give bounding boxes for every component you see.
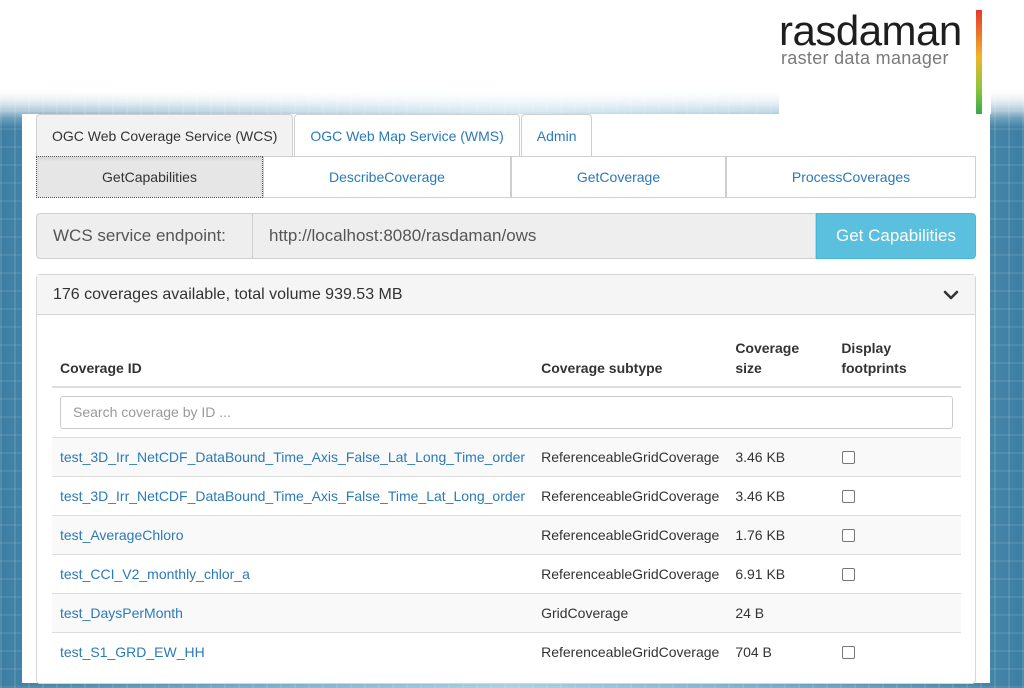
wcs-request-tabs: GetCapabilities DescribeCoverage GetCove… (36, 156, 976, 198)
coverage-subtype: ReferenceableGridCoverage (533, 436, 728, 476)
coverage-id-link[interactable]: test_CCI_V2_monthly_chlor_a (60, 566, 250, 582)
table-row: test_S1_GRD_EW_HH ReferenceableGridCovera… (52, 631, 961, 671)
tab-describecoverage[interactable]: DescribeCoverage (263, 156, 511, 198)
coverages-panel: 176 coverages available, total volume 93… (36, 274, 976, 684)
header-coverage-id[interactable]: Coverage ID (52, 330, 534, 388)
tab-wcs[interactable]: OGC Web Coverage Service (WCS) (36, 114, 294, 156)
header-coverage-size[interactable]: Coverage size (727, 330, 834, 388)
footprint-checkbox[interactable] (842, 528, 856, 542)
tab-admin[interactable]: Admin (520, 114, 593, 156)
endpoint-group: WCS service endpoint: Get Capabilities (36, 213, 976, 259)
footprint-cell (833, 514, 961, 554)
coverage-size: 3.46 KB (727, 436, 834, 476)
footprint-checkbox[interactable] (842, 645, 856, 659)
header-coverage-subtype[interactable]: Coverage subtype (533, 330, 728, 388)
footprint-checkbox[interactable] (842, 450, 856, 464)
endpoint-label: WCS service endpoint: (36, 213, 252, 259)
coverage-id-link[interactable]: test_3D_Irr_NetCDF_DataBound_Time_Axis_F… (60, 449, 525, 465)
tab-getcoverage[interactable]: GetCoverage (511, 156, 726, 198)
get-capabilities-button[interactable]: Get Capabilities (816, 213, 976, 259)
table-row: test_3D_Irr_NetCDF_DataBound_Time_Axis_F… (52, 475, 961, 515)
logo-tagline: raster data manager (781, 48, 949, 68)
coverages-panel-header[interactable]: 176 coverages available, total volume 93… (37, 275, 975, 315)
tab-wms[interactable]: OGC Web Map Service (WMS) (294, 114, 520, 156)
coverage-subtype: GridCoverage (533, 592, 728, 632)
coverages-table: Coverage ID Coverage subtype Coverage siz… (52, 330, 961, 671)
search-row (52, 387, 961, 437)
header-display-footprints[interactable]: Display footprints (833, 330, 961, 388)
footprint-cell (833, 475, 961, 515)
coverage-id-link[interactable]: test_DaysPerMonth (60, 605, 183, 621)
logo-color-bar (976, 10, 982, 114)
coverage-id-link[interactable]: test_3D_Irr_NetCDF_DataBound_Time_Axis_F… (60, 488, 525, 504)
coverage-size: 704 B (727, 631, 834, 671)
coverage-size: 24 B (727, 592, 834, 632)
coverage-subtype: ReferenceableGridCoverage (533, 631, 728, 671)
header-size-line1: Coverage (735, 340, 800, 356)
coverages-summary-text: 176 coverages available, total volume 93… (53, 285, 403, 303)
footprint-cell (833, 436, 961, 476)
coverage-size: 6.91 KB (727, 553, 834, 593)
table-header-row: Coverage ID Coverage subtype Coverage siz… (52, 330, 961, 388)
coverage-subtype: ReferenceableGridCoverage (533, 553, 728, 593)
tab-getcapabilities[interactable]: GetCapabilities (36, 156, 263, 198)
footprint-cell (833, 631, 961, 671)
tab-processcoverages[interactable]: ProcessCoverages (726, 156, 976, 198)
coverage-subtype: ReferenceableGridCoverage (533, 514, 728, 554)
coverage-subtype: ReferenceableGridCoverage (533, 475, 728, 515)
service-tabs: OGC Web Coverage Service (WCS) OGC Web M… (36, 114, 593, 156)
table-row: test_CCI_V2_monthly_chlor_a Referenceable… (52, 553, 961, 593)
footprint-checkbox[interactable] (842, 567, 856, 581)
endpoint-input[interactable] (252, 213, 816, 259)
table-row: test_AverageChloro ReferenceableGridCover… (52, 514, 961, 554)
footprint-cell (833, 553, 961, 593)
search-coverage-input[interactable] (60, 395, 953, 429)
table-row: test_DaysPerMonth GridCoverage 24 B (52, 592, 961, 632)
coverage-size: 3.46 KB (727, 475, 834, 515)
coverage-id-link[interactable]: test_S1_GRD_EW_HH (60, 644, 205, 660)
coverage-id-link[interactable]: test_AverageChloro (60, 527, 183, 543)
footprint-checkbox[interactable] (842, 489, 856, 503)
table-row: test_3D_Irr_NetCDF_DataBound_Time_Axis_F… (52, 436, 961, 476)
chevron-down-icon[interactable] (943, 287, 959, 303)
coverage-size: 1.76 KB (727, 514, 834, 554)
header-footprints-line2: footprints (841, 360, 907, 376)
header-size-line2: size (735, 360, 762, 376)
header-footprints-line1: Display (841, 340, 892, 356)
footprint-cell (833, 592, 961, 632)
